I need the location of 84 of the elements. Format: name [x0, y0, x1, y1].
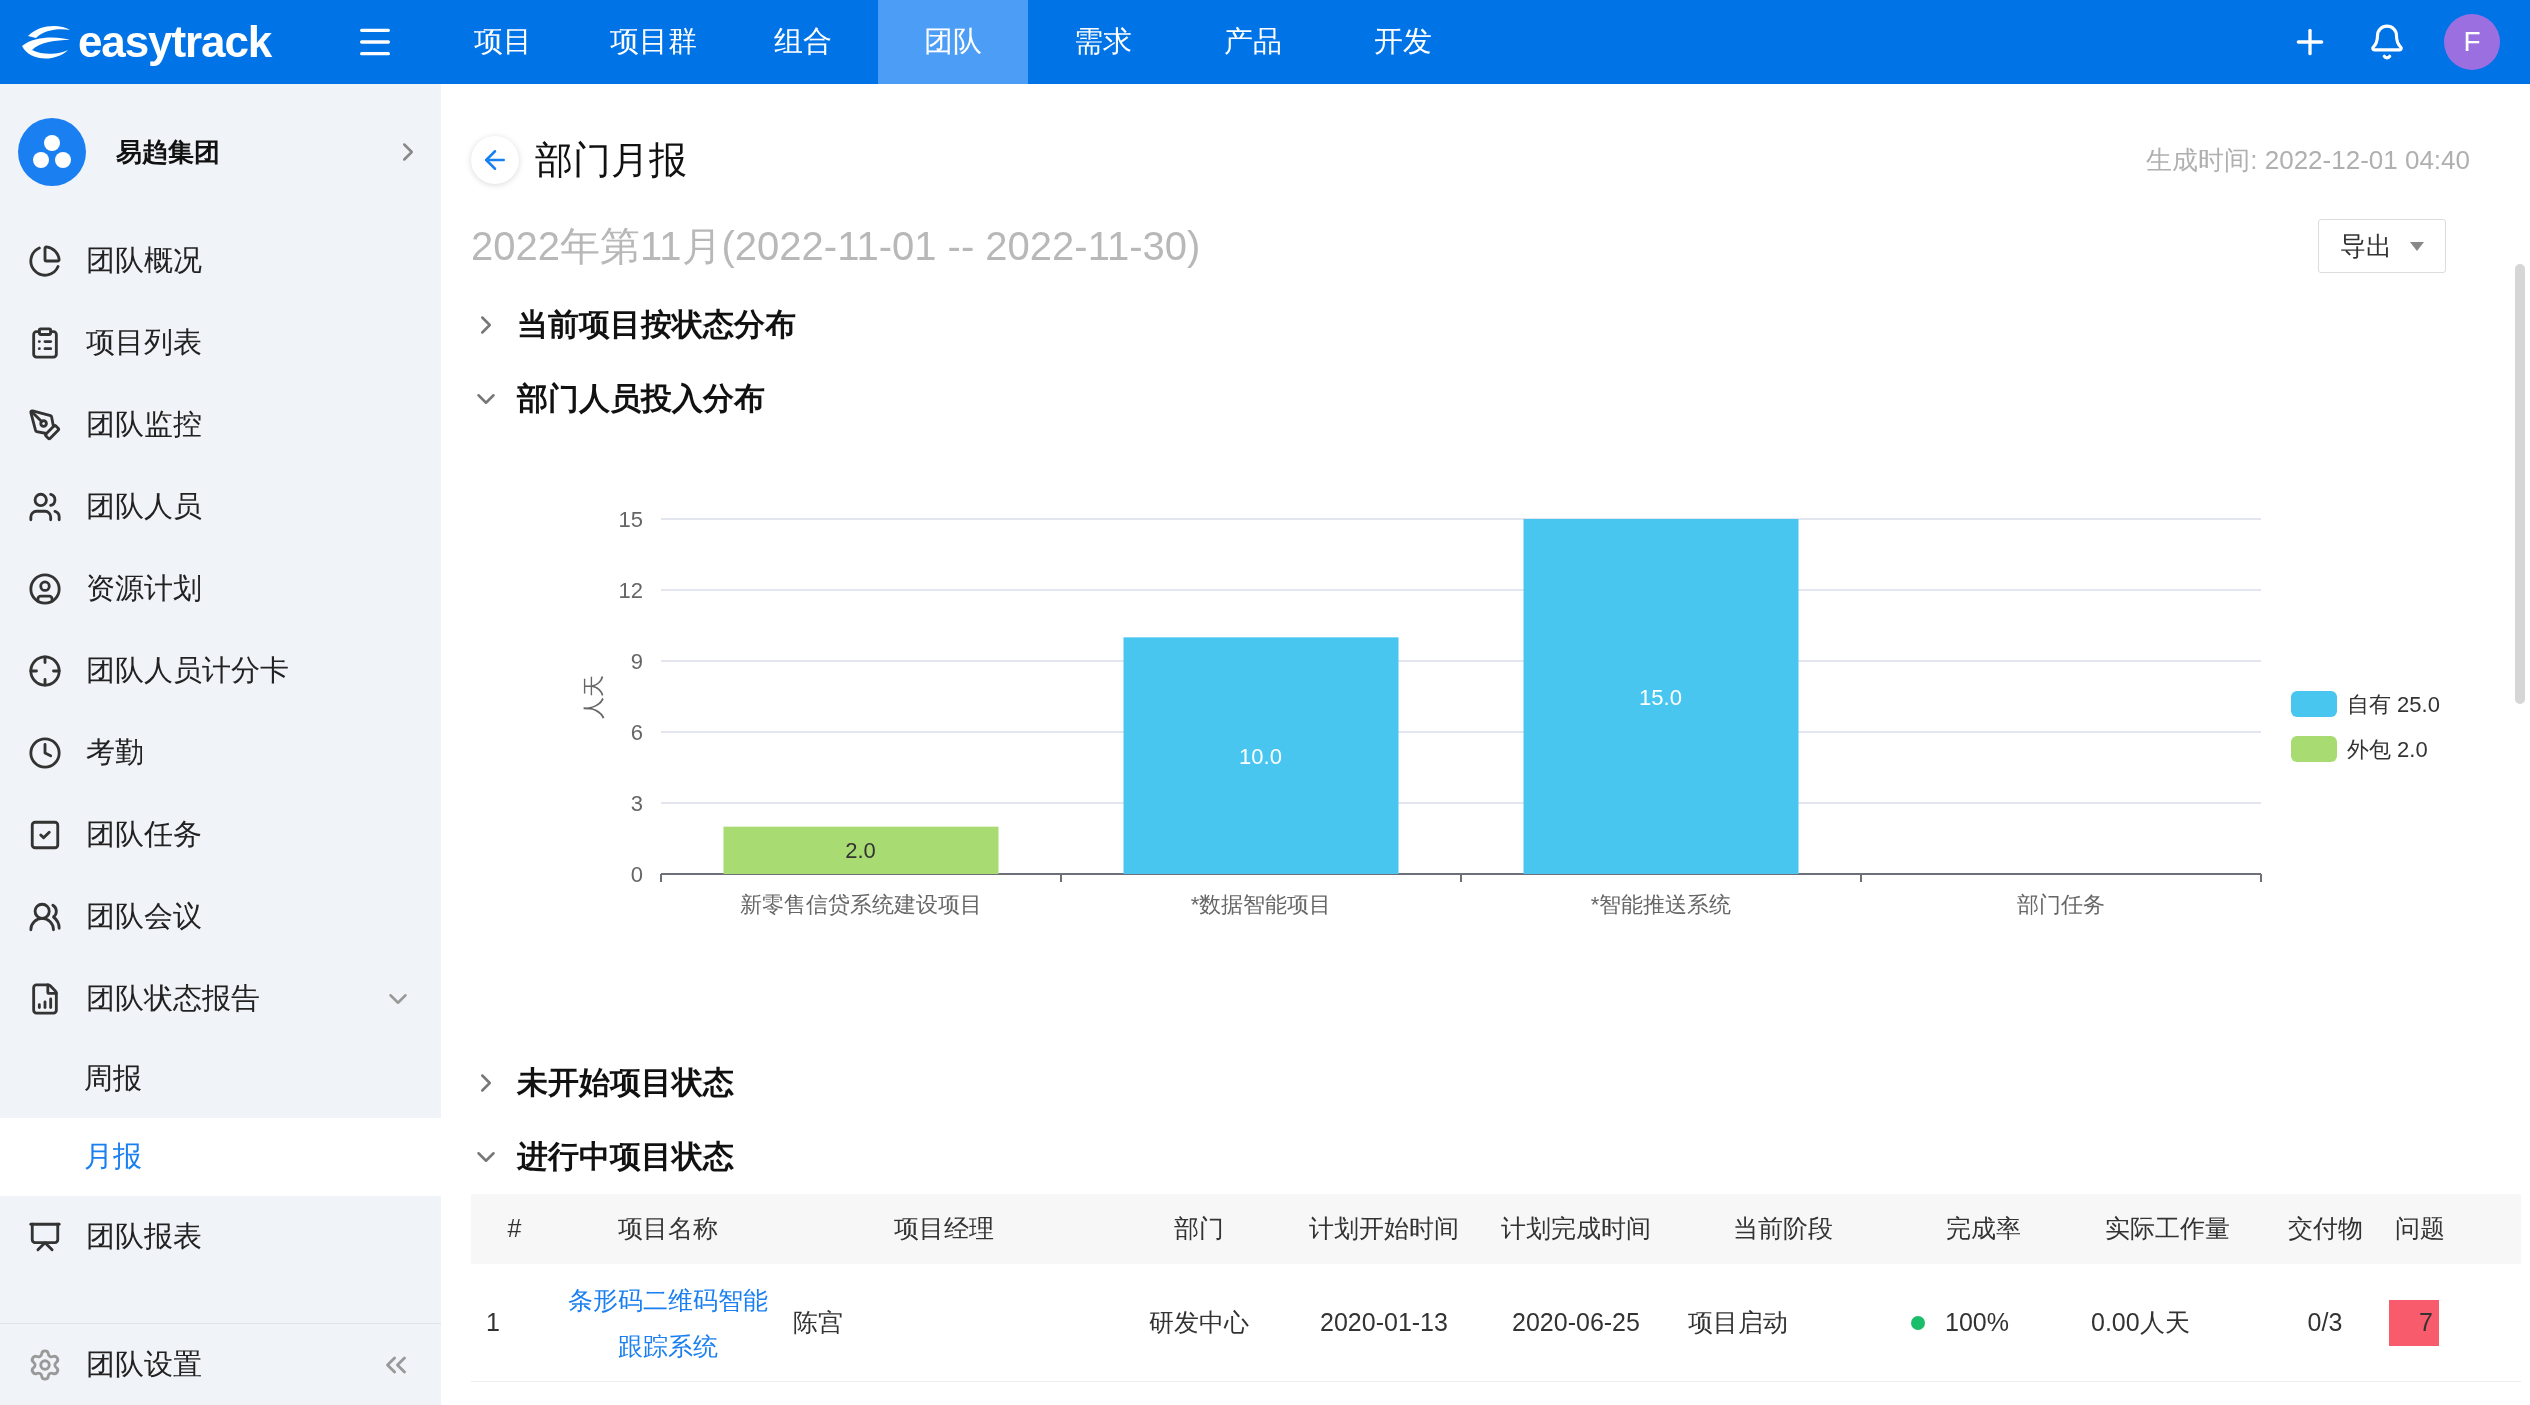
axis-tick-label: 9	[630, 649, 643, 674]
sidebar-item[interactable]: 资源计划	[0, 548, 441, 630]
group-icon	[28, 900, 62, 934]
scrollbar-thumb[interactable]	[2515, 264, 2525, 704]
bar-value-label: 15.0	[1639, 684, 1682, 710]
column-header: 项目经理	[892, 1213, 995, 1245]
pen-icon	[28, 408, 62, 442]
sidebar-footer-item[interactable]: 团队设置	[86, 1342, 202, 1387]
presentation-icon	[28, 1220, 62, 1254]
axis-tick-label: 12	[618, 578, 643, 603]
back-button[interactable]	[471, 136, 519, 184]
bar-value-label: 10.0	[1239, 743, 1282, 769]
pie-chart-icon	[28, 244, 62, 278]
axis-tick-label: 6	[630, 720, 643, 745]
sidebar-item[interactable]: 团队报表	[0, 1196, 441, 1278]
column-header: 项目名称	[617, 1213, 719, 1245]
dots-icon	[32, 134, 72, 170]
table-cell-text: 研发中心	[1148, 1306, 1250, 1338]
sidebar-item[interactable]: 团队人员	[0, 466, 441, 548]
logo-text: easytrack	[78, 16, 272, 68]
sidebar-item[interactable]: 项目列表	[0, 302, 441, 384]
table-cell-text: 项目启动	[1687, 1306, 1789, 1338]
bar-value-label: 2.0	[845, 838, 876, 864]
axis-category-label: *数据智能项目	[1190, 892, 1332, 917]
dropdown-caret-icon	[2410, 241, 2424, 251]
checkbox-icon	[28, 818, 62, 852]
sidebar-item[interactable]: 考勤	[0, 712, 441, 794]
column-header: #	[506, 1213, 523, 1245]
axis-title: 人天	[581, 674, 606, 719]
axis-tick-label: 15	[618, 507, 643, 532]
user-avatar[interactable]: F	[2444, 14, 2500, 70]
axis-category-label: 部门任务	[2017, 892, 2105, 917]
column-header: 实际工作量	[2103, 1213, 2231, 1245]
nav-tab[interactable]: 产品	[1178, 0, 1328, 84]
issue-count-badge: 7	[2389, 1299, 2439, 1346]
nav-tab[interactable]: 需求	[1028, 0, 1178, 84]
clock-icon	[28, 736, 62, 770]
sidebar-item[interactable]: 团队人员计分卡	[0, 630, 441, 712]
axis-category-label: *智能推送系统	[1590, 892, 1732, 917]
column-header: 计划开始时间	[1308, 1213, 1460, 1245]
column-header: 完成率	[1944, 1213, 2022, 1245]
sidebar-item[interactable]: 团队概况	[0, 220, 441, 302]
notification-bell-icon[interactable]	[2368, 23, 2406, 61]
section-header[interactable]: 未开始项目状态	[471, 1046, 2470, 1120]
organization-name: 易趋集团	[116, 135, 220, 169]
table-cell-text: 100%	[1945, 1306, 2009, 1338]
sidebar-item[interactable]: 团队状态报告	[0, 958, 441, 1040]
settings-icon[interactable]	[28, 1347, 62, 1382]
sidebar-item[interactable]: 团队任务	[0, 794, 441, 876]
table-cell-text: 2020-01-13	[1319, 1306, 1449, 1338]
nav-tab[interactable]: 组合	[728, 0, 878, 84]
sidebar-item[interactable]: 团队监控	[0, 384, 441, 466]
section-header[interactable]: 部门人员投入分布	[471, 362, 2470, 436]
sidebar-subitem[interactable]: 月报	[0, 1118, 441, 1196]
column-header: 问题	[2394, 1213, 2446, 1245]
section-header[interactable]: 进行中项目状态	[471, 1120, 2470, 1194]
report-period: 2022年第11月(2022-11-01 -- 2022-11-30)	[471, 223, 1201, 270]
nav-tab[interactable]: 开发	[1328, 0, 1478, 84]
column-header: 交付物	[2286, 1213, 2364, 1245]
user-circle-icon	[28, 572, 62, 606]
axis-tick-label: 0	[630, 862, 643, 887]
nav-tab[interactable]: 项目	[428, 0, 578, 84]
sidebar-subitem[interactable]: 周报	[0, 1040, 441, 1118]
users-icon	[28, 490, 62, 524]
crosshair-icon	[28, 654, 62, 688]
sidebar-item[interactable]: 团队会议	[0, 876, 441, 958]
column-header: 当前阶段	[1732, 1213, 1834, 1245]
page-title: 部门月报	[535, 137, 687, 183]
table-cell-text: 0.00人天	[2090, 1306, 2191, 1338]
legend-label: 自有 25.0	[2347, 692, 2440, 717]
project-link[interactable]: 条形码二维码智能跟踪系统	[558, 1276, 778, 1369]
table-cell-text: 2020-06-25	[1511, 1306, 1641, 1338]
table-cell-text: 1	[485, 1306, 501, 1338]
axis-category-label: 新零售信贷系统建设项目	[740, 892, 982, 917]
column-header: 计划完成时间	[1500, 1213, 1652, 1245]
section-header[interactable]: 当前项目按状态分布	[471, 288, 2470, 362]
column-header: 部门	[1173, 1213, 1225, 1245]
table-cell-text: 0/3	[2306, 1306, 2344, 1338]
axis-tick-label: 3	[630, 791, 643, 816]
generated-time: 生成时间: 2022-12-01 04:40	[2146, 143, 2470, 177]
table-cell-text: 陈宫	[792, 1306, 844, 1338]
legend-label: 外包 2.0	[2347, 737, 2428, 762]
export-dropdown[interactable]: 导出	[2318, 219, 2446, 273]
nav-tab[interactable]: 项目群	[578, 0, 728, 84]
